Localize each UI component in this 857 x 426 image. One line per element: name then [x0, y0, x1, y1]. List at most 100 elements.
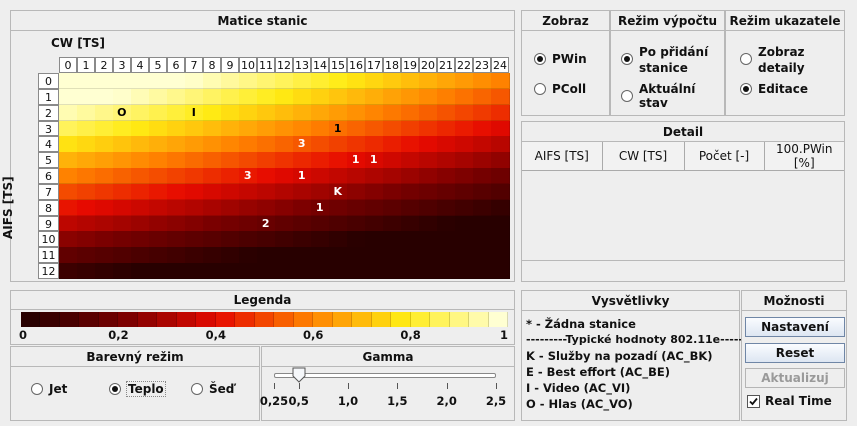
matrix-cell[interactable]	[203, 136, 222, 153]
matrix-cell[interactable]	[95, 168, 114, 185]
matrix-cell[interactable]	[113, 263, 132, 280]
matrix-cell[interactable]	[383, 120, 402, 137]
matrix-cell[interactable]	[113, 183, 132, 201]
matrix-cell[interactable]	[491, 247, 510, 264]
matrix-cell[interactable]	[185, 247, 204, 264]
matrix-cell[interactable]	[95, 215, 114, 232]
matrix-cell[interactable]	[257, 120, 276, 137]
matrix-cell[interactable]	[401, 168, 420, 185]
matrix-cell[interactable]	[437, 199, 456, 217]
gamma-slider-thumb[interactable]	[292, 367, 306, 383]
matrix-cell[interactable]: I	[185, 104, 204, 122]
matrix-cell[interactable]: 1	[329, 120, 348, 137]
matrix-cell[interactable]	[131, 168, 150, 185]
matrix-cell[interactable]	[383, 136, 402, 153]
matrix-cell[interactable]	[167, 231, 186, 248]
matrix-cell[interactable]	[59, 168, 78, 185]
matrix-cell[interactable]	[203, 199, 222, 217]
matrix-cell[interactable]	[59, 88, 78, 106]
matrix-cell[interactable]	[149, 168, 168, 185]
matrix-cell[interactable]	[401, 199, 420, 217]
matrix-cell[interactable]	[257, 199, 276, 217]
matrix-cell[interactable]	[275, 199, 294, 217]
matrix-cell[interactable]	[383, 73, 402, 90]
matrix-cell[interactable]	[419, 199, 438, 217]
matrix-cell[interactable]: 3	[293, 136, 312, 153]
matrix-cell[interactable]	[437, 152, 456, 169]
matrix-cell[interactable]	[311, 73, 330, 90]
matrix-cell[interactable]	[329, 215, 348, 232]
matrix-cell[interactable]	[239, 199, 258, 217]
matrix-cell[interactable]	[455, 168, 474, 185]
matrix-cell[interactable]	[149, 183, 168, 201]
matrix-cell[interactable]	[95, 152, 114, 169]
matrix-cell[interactable]	[131, 263, 150, 280]
matrix-cell[interactable]	[491, 136, 510, 153]
matrix-cell[interactable]	[149, 247, 168, 264]
matrix-cell[interactable]	[473, 247, 492, 264]
matrix-cell[interactable]	[167, 136, 186, 153]
matrix-cell[interactable]	[401, 215, 420, 232]
matrix-cell[interactable]	[383, 263, 402, 280]
matrix-cell[interactable]	[437, 88, 456, 106]
matrix-cell[interactable]	[77, 88, 96, 106]
matrix-cell[interactable]	[275, 120, 294, 137]
matrix-cell[interactable]	[419, 263, 438, 280]
matrix-cell[interactable]	[185, 152, 204, 169]
matrix-cell[interactable]	[383, 168, 402, 185]
matrix-cell[interactable]	[203, 215, 222, 232]
radio-jet[interactable]: Jet	[31, 382, 67, 396]
matrix-cell[interactable]	[347, 231, 366, 248]
matrix-cell[interactable]	[329, 168, 348, 185]
matrix-cell[interactable]	[383, 247, 402, 264]
matrix-cell[interactable]	[383, 88, 402, 106]
matrix-cell[interactable]	[473, 152, 492, 169]
matrix-cell[interactable]	[347, 104, 366, 122]
matrix-cell[interactable]	[203, 247, 222, 264]
matrix-cell[interactable]	[293, 120, 312, 137]
matrix-cell[interactable]	[239, 247, 258, 264]
matrix-cell[interactable]	[347, 247, 366, 264]
matrix-cell[interactable]	[455, 120, 474, 137]
matrix-cell[interactable]	[131, 183, 150, 201]
matrix-cell[interactable]	[95, 136, 114, 153]
matrix-cell[interactable]	[401, 183, 420, 201]
matrix-cell[interactable]	[203, 231, 222, 248]
matrix-cell[interactable]	[113, 152, 132, 169]
matrix-cell[interactable]	[473, 88, 492, 106]
matrix-cell[interactable]	[275, 183, 294, 201]
nastaveni-button[interactable]: Nastavení	[745, 317, 845, 337]
matrix-cell[interactable]	[365, 168, 384, 185]
matrix-cell[interactable]	[131, 120, 150, 137]
matrix-cell[interactable]	[455, 104, 474, 122]
matrix-cell[interactable]	[131, 104, 150, 122]
matrix-cell[interactable]	[59, 136, 78, 153]
matrix-cell[interactable]	[329, 231, 348, 248]
matrix-cell[interactable]	[239, 88, 258, 106]
matrix-cell[interactable]	[329, 152, 348, 169]
matrix-cell[interactable]	[347, 73, 366, 90]
matrix-cell[interactable]	[203, 120, 222, 137]
matrix-cell[interactable]	[239, 263, 258, 280]
matrix-cell[interactable]	[455, 215, 474, 232]
matrix-cell[interactable]	[131, 199, 150, 217]
matrix-cell[interactable]	[59, 183, 78, 201]
matrix-cell[interactable]	[257, 231, 276, 248]
matrix-cell[interactable]	[491, 104, 510, 122]
matrix-cell[interactable]	[77, 120, 96, 137]
matrix-cell[interactable]	[185, 199, 204, 217]
matrix-cell[interactable]	[167, 263, 186, 280]
matrix-cell[interactable]	[185, 183, 204, 201]
matrix-cell[interactable]	[455, 136, 474, 153]
matrix-cell[interactable]	[365, 247, 384, 264]
matrix-cell[interactable]	[473, 104, 492, 122]
matrix-cell[interactable]	[365, 263, 384, 280]
detail-table[interactable]: AIFS [TS] CW [TS] Počet [-] 100.PWin [%]	[522, 142, 844, 171]
matrix-cell[interactable]	[149, 120, 168, 137]
matrix-cell[interactable]: 2	[257, 215, 276, 232]
radio-zobraz-detaily[interactable]: Zobraz detaily	[740, 44, 805, 76]
matrix-cell[interactable]	[365, 215, 384, 232]
matrix-cell[interactable]	[293, 215, 312, 232]
matrix-cell[interactable]	[491, 263, 510, 280]
matrix-cell[interactable]	[131, 73, 150, 90]
